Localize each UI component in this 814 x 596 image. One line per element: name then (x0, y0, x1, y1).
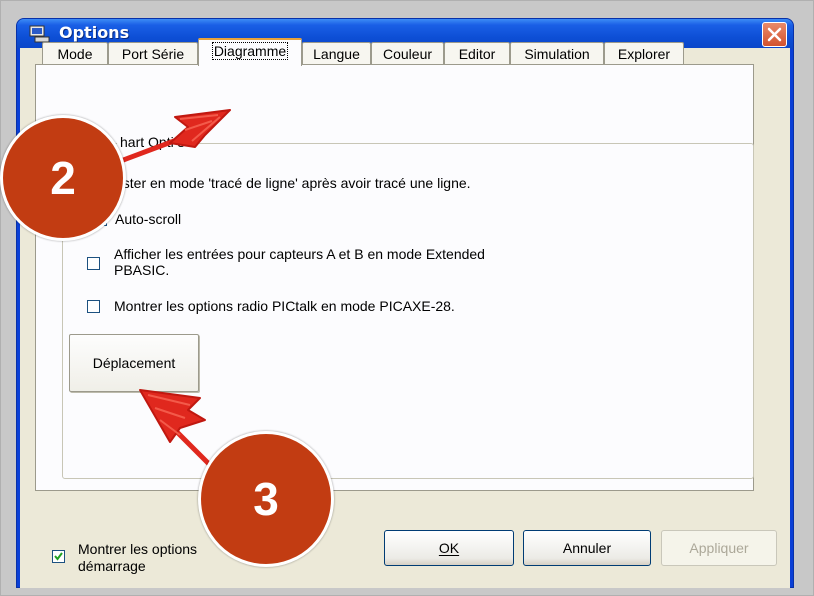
apply-button[interactable]: Appliquer (661, 530, 777, 566)
startup-options-label-line1: Montrer les options (78, 541, 198, 557)
tab-label: Langue (313, 46, 360, 62)
tab-simulation[interactable]: Simulation (510, 42, 604, 64)
tab-label: Editor (458, 46, 496, 62)
pictalk-radio-checkbox[interactable] (87, 300, 100, 313)
auto-scroll-label: Auto-scroll (115, 211, 182, 227)
tab-label: Port Série (121, 46, 185, 62)
tab-explorer[interactable]: Explorer (604, 42, 684, 64)
startup-options-checkbox[interactable] (52, 550, 65, 563)
cancel-button-label: Annuler (562, 540, 612, 556)
close-icon (767, 27, 782, 42)
badge-number: 2 (50, 152, 76, 204)
tab-label: Simulation (524, 46, 590, 62)
close-button[interactable] (762, 22, 787, 47)
tab-mode[interactable]: Mode (42, 42, 108, 64)
checkmark-icon (54, 552, 63, 561)
tab-diagramme[interactable]: Diagramme (198, 38, 302, 66)
tab-langue[interactable]: Langue (302, 42, 371, 64)
cancel-button[interactable]: Annuler (523, 530, 651, 566)
annotation-badge-3: 3 (198, 431, 334, 567)
pictalk-radio-label: Montrer les options radio PICtalk en mod… (114, 298, 455, 314)
extended-pbasic-label-line1: Afficher les entrées pour capteurs A et … (114, 246, 485, 262)
tab-label: Mode (57, 46, 93, 62)
tab-label: Explorer (617, 46, 671, 62)
extended-pbasic-checkbox[interactable] (87, 257, 100, 270)
ok-button-label: OK (438, 540, 460, 556)
deplacement-button-label: Déplacement (92, 355, 176, 371)
extended-pbasic-label-line2: PBASIC. (114, 262, 170, 278)
tab-label: Diagramme (211, 42, 289, 60)
window-title: Options (59, 23, 130, 42)
tab-editor[interactable]: Editor (444, 42, 510, 64)
tab-port-serie[interactable]: Port Série (108, 42, 198, 64)
trace-mode-label: ester en mode 'tracé de ligne' après avo… (115, 175, 471, 191)
startup-options-label-line2: démarrage (78, 558, 146, 574)
tab-label: Couleur (382, 46, 433, 62)
annotation-badge-2: 2 (0, 115, 126, 241)
badge-number: 3 (253, 473, 279, 525)
ok-button[interactable]: OK (384, 530, 514, 566)
apply-button-label: Appliquer (689, 540, 749, 556)
tab-couleur[interactable]: Couleur (371, 42, 444, 64)
app-icon (29, 25, 50, 43)
